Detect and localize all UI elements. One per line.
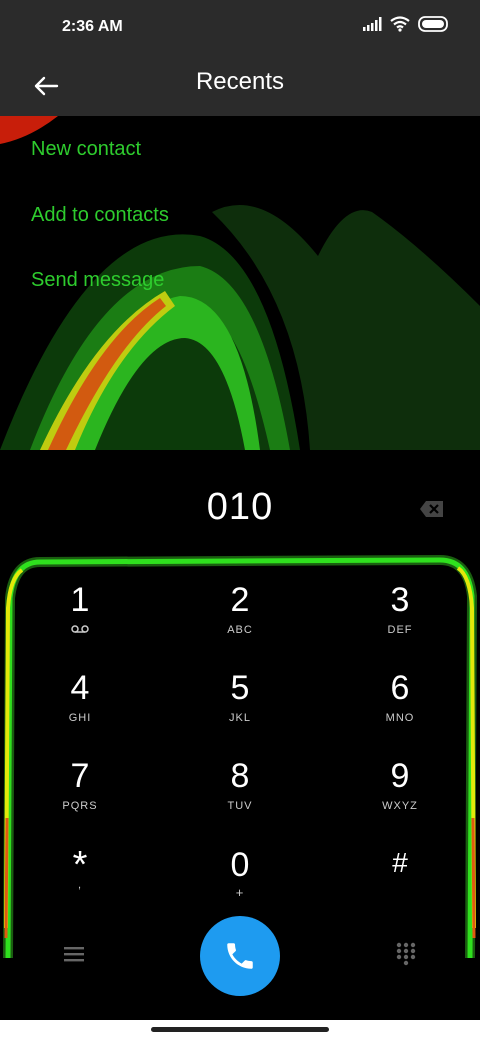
key-3[interactable]: 3 DEF xyxy=(330,580,470,660)
menu-icon xyxy=(64,947,84,962)
status-icons xyxy=(362,16,450,32)
wifi-icon xyxy=(390,16,410,32)
key-digit: 0 xyxy=(230,846,250,884)
key-digit: 6 xyxy=(390,669,410,707)
key-5[interactable]: 5 JKL xyxy=(170,668,310,748)
battery-icon xyxy=(418,16,448,32)
key-digit: 3 xyxy=(390,581,410,619)
key-digit: 7 xyxy=(70,757,90,795)
page-title: Recents xyxy=(195,68,285,95)
key-8[interactable]: 8 TUV xyxy=(170,756,310,836)
key-letters: TUV xyxy=(227,800,253,812)
backspace-icon xyxy=(420,501,443,517)
key-6[interactable]: 6 MNO xyxy=(330,668,470,748)
key-letters: JKL xyxy=(229,712,251,724)
app-bar: Recents xyxy=(0,56,480,116)
status-time: 2:36 AM xyxy=(62,18,123,35)
key-digit: 4 xyxy=(70,669,90,707)
key-letters: MNO xyxy=(385,712,415,724)
key-digit: 9 xyxy=(390,757,410,795)
key-4[interactable]: 4 GHI xyxy=(10,668,150,748)
key-digit: # xyxy=(392,847,408,878)
key-digit: 1 xyxy=(70,581,90,619)
dialpad-icon xyxy=(396,942,416,966)
call-button[interactable] xyxy=(200,916,280,996)
key-hash[interactable]: # xyxy=(330,845,470,925)
dialed-number[interactable]: 010 xyxy=(0,486,480,529)
key-letters: + xyxy=(235,885,245,900)
key-star[interactable]: * , xyxy=(10,845,150,925)
key-letters: PQRS xyxy=(62,800,98,812)
key-letters: WXYZ xyxy=(382,800,418,812)
dialpad-button[interactable] xyxy=(388,936,424,972)
backspace-button[interactable] xyxy=(418,498,446,520)
key-digit: 8 xyxy=(230,757,250,795)
voicemail-icon xyxy=(71,625,89,633)
key-9[interactable]: 9 WXYZ xyxy=(330,756,470,836)
home-indicator[interactable] xyxy=(151,1027,329,1032)
signal-icon xyxy=(363,17,382,31)
key-2[interactable]: 2 ABC xyxy=(170,580,310,660)
key-digit: 5 xyxy=(230,669,250,707)
new-contact-action[interactable]: New contact xyxy=(31,138,141,161)
phone-icon xyxy=(227,943,253,969)
key-letters: GHI xyxy=(68,712,92,724)
send-message-action[interactable]: Send message xyxy=(31,269,164,292)
add-to-contacts-action[interactable]: Add to contacts xyxy=(31,204,169,227)
status-bar: 2:36 AM xyxy=(0,0,480,56)
key-letters: , xyxy=(77,879,83,891)
key-letters: DEF xyxy=(387,624,413,636)
key-7[interactable]: 7 PQRS xyxy=(10,756,150,836)
key-0[interactable]: 0 + xyxy=(170,845,310,925)
key-digit: 2 xyxy=(230,581,250,619)
menu-button[interactable] xyxy=(56,938,92,970)
key-1[interactable]: 1 xyxy=(10,580,150,660)
key-letters: ABC xyxy=(227,624,253,636)
